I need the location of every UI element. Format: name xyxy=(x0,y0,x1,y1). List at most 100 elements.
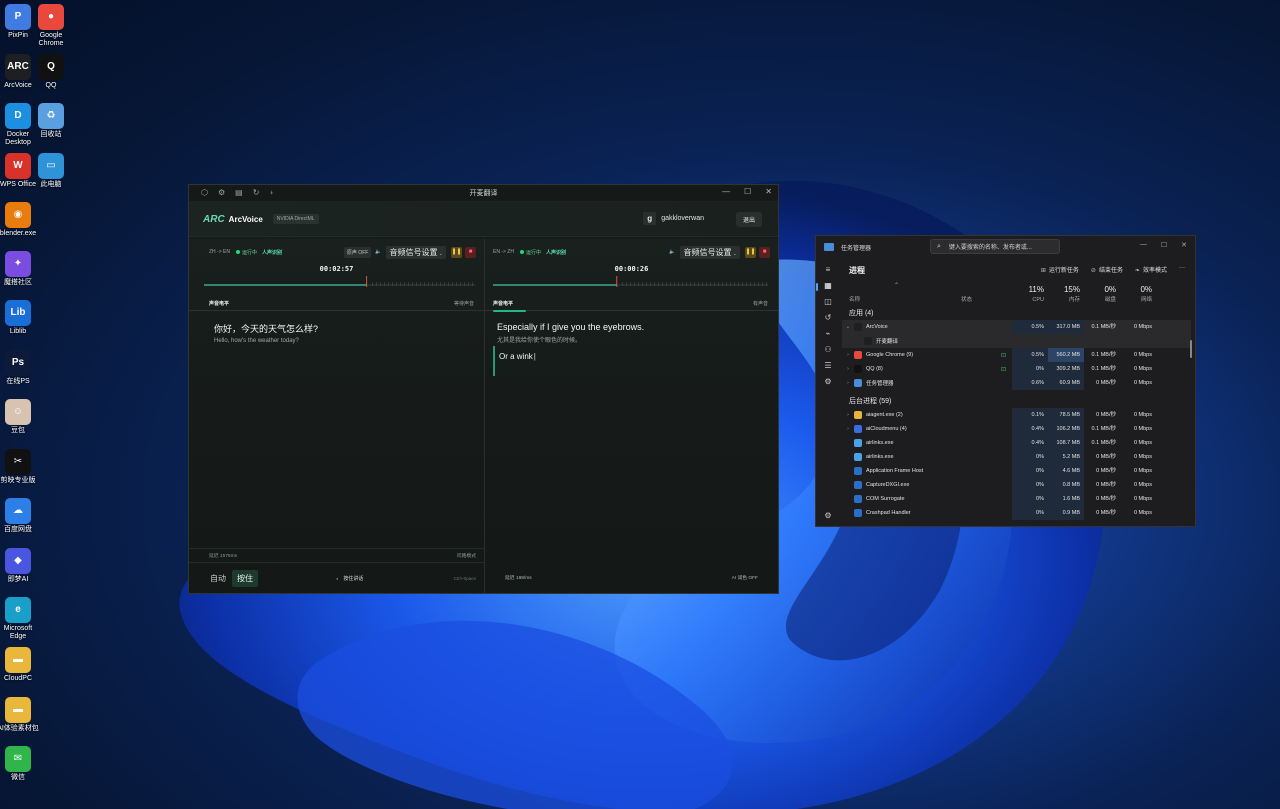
chevron-right-icon[interactable]: › xyxy=(842,380,854,386)
desktop-icon[interactable]: Q QQ xyxy=(28,54,74,90)
details-icon[interactable]: ☰ xyxy=(824,361,831,370)
voice-recognition-label[interactable]: 人声识别 xyxy=(546,249,566,256)
close-icon[interactable]: ✕ xyxy=(1181,241,1187,249)
pause-button[interactable]: ❚❚ xyxy=(451,246,462,258)
more-options-button[interactable]: ··· xyxy=(1179,265,1185,274)
history-icon[interactable]: ↺ xyxy=(825,313,832,322)
services-icon[interactable]: ⚙ xyxy=(824,377,831,386)
maximize-icon[interactable]: ☐ xyxy=(1161,241,1167,249)
group-background[interactable]: 后台进程 (59) xyxy=(842,394,1191,408)
cell-cpu: 0% xyxy=(1012,450,1048,464)
table-row[interactable]: airlinks.exe 0.4% 108.7 MB 0.1 MB/秒 0 Mbps xyxy=(842,436,1191,450)
table-row[interactable]: COM Surrogate 0% 1.6 MB 0 MB/秒 0 Mbps xyxy=(842,492,1191,506)
maximize-icon[interactable]: ☐ xyxy=(744,187,751,196)
column-cpu[interactable]: 11% CPU xyxy=(1012,282,1048,306)
desktop-icon[interactable]: ◆ 即梦AI xyxy=(0,548,41,584)
table-row[interactable]: › QQ (8) ⊡ 0% 309.2 MB 0.1 MB/秒 0 Mbps xyxy=(842,362,1191,376)
cell-disk: 0.1 MB/秒 xyxy=(1091,426,1116,432)
end-task-button[interactable]: ⊘ 结束任务 xyxy=(1091,265,1123,274)
process-name: CaptureDXGI.exe xyxy=(866,482,910,488)
startup-icon[interactable]: ⌁ xyxy=(826,329,831,338)
speaker-icon[interactable]: 🔈 xyxy=(375,249,381,255)
hold-mode-button[interactable]: 按住 xyxy=(232,569,258,587)
minimize-icon[interactable]: — xyxy=(1140,241,1147,249)
audio-source-select[interactable]: 音频信号设置 . xyxy=(679,245,740,259)
mode-label[interactable]: 问路模式 xyxy=(457,552,476,559)
search-input[interactable]: ⌕ 键入要搜索的名称、发布者或... xyxy=(930,239,1060,254)
users-icon[interactable]: ⚇ xyxy=(824,345,831,354)
table-row[interactable]: Crashpad Handler 0% 0.9 MB 0 MB/秒 0 Mbps xyxy=(842,506,1191,520)
table-header: ⌃ 名称 状态 11% CPU 15% 内存 0% 磁盘 0% 网络 xyxy=(842,282,1191,306)
column-status[interactable]: 状态 xyxy=(954,282,1012,306)
table-row[interactable]: ⌄ ArcVoice 0.5% 317.0 MB 0.1 MB/秒 0 Mbps xyxy=(842,320,1191,334)
desktop-icon[interactable]: Ps 在线PS xyxy=(0,350,41,386)
desktop-icon[interactable]: e Microsoft Edge xyxy=(0,597,41,641)
scrollbar[interactable] xyxy=(1190,340,1192,358)
desktop-icon[interactable]: ♻ 回收站 xyxy=(28,103,74,139)
efficiency-mode-button[interactable]: ❧ 效率模式 xyxy=(1135,265,1167,274)
ai-polish-toggle[interactable]: AI 润色 OFF xyxy=(732,574,758,581)
hamburger-icon[interactable]: ≡ xyxy=(826,265,831,274)
chevron-right-icon[interactable]: › xyxy=(842,366,854,372)
speaker-icon[interactable]: 🔈 xyxy=(669,249,675,255)
cell-net: 0 Mbps xyxy=(1133,324,1152,330)
language-direction[interactable]: ZH -> EN xyxy=(209,249,230,255)
table-row[interactable]: CaptureDXGI.exe 0% 0.8 MB 0 MB/秒 0 Mbps xyxy=(842,478,1191,492)
table-row[interactable]: Application Frame Host 0% 4.6 MB 0 MB/秒 0 Mb… xyxy=(842,464,1191,478)
chevron-right-icon[interactable]: › xyxy=(842,352,854,358)
audio-source-select[interactable]: 音频信号设置 . xyxy=(385,245,446,259)
close-icon[interactable]: ✕ xyxy=(765,187,772,196)
cell-mem: 317.0 MB xyxy=(1048,320,1084,334)
cell-disk: 0 MB/秒 xyxy=(1096,412,1116,418)
desktop-icon[interactable]: ● Google Chrome xyxy=(28,4,74,48)
table-row[interactable]: › aiagent.exe (2) 0.1% 78.5 MB 0 MB/秒 0 Mbps xyxy=(842,408,1191,422)
desktop-icon[interactable]: ☁ 百度网盘 xyxy=(0,498,41,534)
table-row[interactable]: › Google Chrome (9) ⊡ 0.5% 560.2 MB 0.1 MB/秒 0… xyxy=(842,348,1191,362)
run-new-task-button[interactable]: ⊞ 运行新任务 xyxy=(1041,265,1079,274)
cell-mem: 560.2 MB xyxy=(1048,348,1084,362)
chevron-right-icon[interactable]: › xyxy=(842,426,854,432)
desktop-icon[interactable]: ◉ blender.exe xyxy=(0,202,41,238)
group-apps[interactable]: 应用 (4) xyxy=(842,306,1191,320)
desktop-icon[interactable]: ✦ 魔搭社区 xyxy=(0,251,41,287)
language-direction[interactable]: EN -> ZH xyxy=(493,249,514,255)
stop-button[interactable]: ■ xyxy=(759,246,770,258)
app-icon: ◉ xyxy=(5,202,31,228)
column-network[interactable]: 0% 网络 xyxy=(1120,282,1156,306)
table-row[interactable]: › aiCloudmenu (4) 0.4% 106.2 MB 0.1 MB/秒 0 Mb… xyxy=(842,422,1191,436)
pane-controls: EN -> ZH 运行中 人声识别 🔈 音频信号设置 . ❚❚ ■ xyxy=(493,245,770,259)
desktop-icon[interactable]: ▬ CloudPC xyxy=(0,647,41,683)
cell-net: 0 Mbps xyxy=(1133,352,1152,358)
voice-recognition-label[interactable]: 人声识别 xyxy=(262,249,282,256)
table-row[interactable]: airlinks.exe 0% 5.2 MB 0 MB/秒 0 Mbps xyxy=(842,450,1191,464)
processes-icon[interactable]: ▦ xyxy=(816,281,832,291)
column-disk[interactable]: 0% 磁盘 xyxy=(1084,282,1120,306)
pause-button[interactable]: ❚❚ xyxy=(745,246,756,258)
table-row-child[interactable]: 开麦翻译 xyxy=(842,334,1191,348)
user-info: g gakkloverwan xyxy=(643,212,704,225)
logout-button[interactable]: 退出 xyxy=(735,212,762,227)
minimize-icon[interactable]: — xyxy=(722,187,730,196)
settings-icon[interactable]: ⚙ xyxy=(824,511,831,520)
toolbar: 进程 ⊞ 运行新任务 ⊘ 结束任务 ❧ 效率模式 ··· xyxy=(842,258,1195,282)
gpu-badge: NVIDIA DirectML xyxy=(272,214,319,224)
cell-net: 0 Mbps xyxy=(1133,482,1152,488)
process-icon xyxy=(854,453,862,461)
chevron-right-icon[interactable]: › xyxy=(842,412,854,418)
desktop-icon[interactable]: ✂ 剪映专业版 xyxy=(0,449,41,485)
column-memory[interactable]: 15% 内存 xyxy=(1048,282,1084,306)
chevron-down-icon[interactable]: ⌄ xyxy=(842,324,854,330)
desktop-icon[interactable]: ✉ 微信 xyxy=(0,746,41,782)
process-name: ArcVoice xyxy=(866,324,888,330)
desktop-icon[interactable]: ▬ AI体验素材包 xyxy=(0,697,41,733)
column-name[interactable]: ⌃ 名称 xyxy=(842,282,954,306)
performance-icon[interactable]: ◫ xyxy=(824,297,832,306)
table-row[interactable]: › 任务管理器 0.6% 60.9 MB 0 MB/秒 0 Mbps xyxy=(842,376,1191,390)
status-label: 运行中 xyxy=(241,249,257,256)
original-audio-toggle[interactable]: 原声 OFF xyxy=(343,246,372,258)
stop-button[interactable]: ■ xyxy=(465,246,476,258)
desktop-icon[interactable]: ▭ 此电脑 xyxy=(28,153,74,189)
auto-mode-button[interactable]: 自动 xyxy=(206,570,230,587)
desktop-icon[interactable]: ☺ 豆包 xyxy=(0,399,41,435)
desktop-icon[interactable]: Lib Liblib xyxy=(0,300,41,336)
